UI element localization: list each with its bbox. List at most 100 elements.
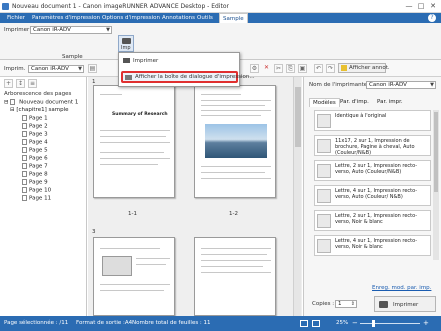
- favorite-item-5[interactable]: Lettre, 2 sur 1, Impression recto-verso,…: [314, 210, 431, 231]
- close-button[interactable]: ✕: [428, 2, 438, 11]
- favorite-item-6[interactable]: Lettre, 4 sur 1, Impression recto-verso,…: [314, 235, 431, 256]
- page-title-text: Summary of Research: [112, 112, 168, 117]
- favorite-item-3[interactable]: Lettre, 2 sur 1, Impression recto-verso,…: [314, 160, 431, 181]
- menu-print-options[interactable]: Options d'impression: [99, 13, 163, 23]
- zoom-slider[interactable]: [360, 320, 420, 327]
- collapse-icon[interactable]: ≡: [28, 79, 37, 88]
- favorite-icon: [317, 164, 331, 178]
- tree-page-7[interactable]: Page 7: [22, 163, 48, 170]
- favorite-item-1[interactable]: Identique à l'original: [314, 110, 431, 131]
- undo-icon[interactable]: ↶: [314, 64, 323, 73]
- scissors-icon[interactable]: ✂: [274, 64, 283, 73]
- tree-page-label: Page 6: [29, 155, 48, 162]
- help-icon[interactable]: ?: [428, 14, 436, 22]
- page-preview-area: 1 Summary of Research 1-1 1-2 3: [88, 77, 302, 316]
- page-icon: [22, 163, 27, 169]
- printer-icon: [123, 58, 130, 63]
- menu-item-print-dialog[interactable]: Afficher la boîte de dialogue d'impressi…: [121, 71, 255, 83]
- redo-icon[interactable]: ↷: [326, 64, 335, 73]
- tree-chapter[interactable]: ⊟ [chapitre1] sample: [10, 107, 68, 114]
- page-label-1-2: 1-2: [229, 211, 238, 217]
- add-page-icon[interactable]: +: [4, 79, 13, 88]
- status-bar: Page sélectionnée : /11 Format de sortie…: [0, 316, 441, 331]
- favorite-label: Lettre, 2 sur 1, Impression recto-verso,…: [335, 213, 418, 225]
- page-icon: [22, 147, 27, 153]
- minimize-button[interactable]: —: [404, 2, 414, 11]
- tree-page-label: Page 3: [29, 131, 48, 138]
- page-thumbnail-3[interactable]: [93, 237, 175, 316]
- maximize-button[interactable]: □: [416, 2, 426, 11]
- tree-root[interactable]: ⊟ Nouveau document 1: [4, 99, 78, 106]
- zoom-out-icon[interactable]: −: [352, 319, 358, 327]
- tree-page-6[interactable]: Page 6: [22, 155, 48, 162]
- secondary-printer-select[interactable]: Canon iR-ADV ▼: [28, 65, 84, 73]
- favorite-item-4[interactable]: Lettre, 4 sur 1, Impression recto-verso,…: [314, 185, 431, 206]
- tab-par-imp[interactable]: Par. d'imp.: [337, 98, 372, 107]
- menu-print-settings[interactable]: Paramètres d'impression: [29, 13, 103, 23]
- print-button[interactable]: Imprimer: [374, 296, 436, 312]
- status-selected: Page sélectionnée : /11: [4, 320, 69, 326]
- tree-page-2[interactable]: Page 2: [22, 123, 48, 130]
- chevron-down-icon: ▼: [430, 82, 434, 88]
- print-dropdown-button[interactable]: Imp: [118, 35, 134, 52]
- secondary-printer-value: Canon iR-ADV: [31, 66, 69, 72]
- favorite-label: 11x17, 2 sur 1, Impression de brochure, …: [335, 138, 415, 156]
- page-icon: [22, 195, 27, 201]
- delete-icon[interactable]: ✕: [262, 64, 271, 73]
- settings-icon[interactable]: ⚙: [250, 64, 259, 73]
- favorite-label: Lettre, 4 sur 1, Impression recto-verso,…: [335, 188, 418, 200]
- page-icon: [22, 123, 27, 129]
- page-thumbnail-1[interactable]: Summary of Research: [93, 85, 175, 198]
- zoom-in-icon[interactable]: +: [423, 319, 429, 327]
- tree-page-11[interactable]: Page 11: [22, 195, 51, 202]
- show-annotations-button[interactable]: Afficher annot.: [338, 63, 390, 73]
- menu-annotations[interactable]: Annotations: [159, 13, 198, 23]
- show-annotations-label: Afficher annot.: [349, 65, 390, 71]
- page-number-3: 3: [92, 229, 96, 235]
- zoom-level: 25%: [336, 320, 349, 326]
- scrollbar-thumb[interactable]: [295, 87, 301, 147]
- favorites-scrollbar[interactable]: [433, 110, 439, 260]
- tree-page-5[interactable]: Page 5: [22, 147, 48, 154]
- tree-page-1[interactable]: Page 1: [22, 115, 48, 122]
- scrollbar-thumb[interactable]: [434, 112, 438, 192]
- title-bar: Nouveau document 1 - Canon imageRUNNER A…: [0, 0, 441, 13]
- tree-root-label: Nouveau document 1: [19, 99, 79, 106]
- printer-name-select[interactable]: Canon iR-ADV ▼: [366, 81, 436, 89]
- print-dropdown-menu: Imprimer Afficher la boîte de dialogue d…: [118, 52, 255, 87]
- tree-page-label: Page 7: [29, 163, 48, 170]
- page-label-1-1: 1-1: [128, 211, 137, 217]
- page-thumbnail-2[interactable]: [194, 85, 276, 198]
- copies-input[interactable]: 1 ⇕: [335, 300, 357, 308]
- tab-par-impr[interactable]: Par. impr.: [374, 98, 406, 107]
- tree-page-3[interactable]: Page 3: [22, 131, 48, 138]
- fit-page-icon[interactable]: [312, 320, 320, 327]
- tree-page-9[interactable]: Page 9: [22, 179, 48, 186]
- pages-view-icon[interactable]: ▤: [88, 64, 97, 73]
- tree-chapter-label: [chapitre1] sample: [16, 107, 69, 113]
- move-icon[interactable]: ↕: [16, 79, 25, 88]
- ribbon-printer-value: Canon iR-ADV: [33, 27, 71, 33]
- favorite-item-2[interactable]: 11x17, 2 sur 1, Impression de brochure, …: [314, 135, 431, 156]
- ribbon-printer-select[interactable]: Canon iR-ADV ▼: [30, 26, 112, 34]
- copy-icon[interactable]: ⎘: [286, 64, 295, 73]
- fit-width-icon[interactable]: [300, 320, 308, 327]
- tree-page-10[interactable]: Page 10: [22, 187, 51, 194]
- chevron-down-icon: ▼: [78, 66, 82, 72]
- page-thumbnail-4[interactable]: [194, 237, 276, 316]
- tab-modeles[interactable]: Modèles: [309, 98, 340, 107]
- menu-outils[interactable]: Outils: [194, 13, 216, 23]
- zoom-slider-thumb[interactable]: [372, 320, 375, 327]
- menu-fichier[interactable]: Fichier: [4, 13, 28, 23]
- favorite-icon: [317, 239, 331, 253]
- tree-page-4[interactable]: Page 4: [22, 139, 48, 146]
- print-button-label: Imprimer: [393, 302, 419, 308]
- page-icon: [22, 115, 27, 121]
- vertical-scrollbar[interactable]: [293, 77, 301, 316]
- chart-image: [102, 256, 132, 276]
- tree-page-8[interactable]: Page 8: [22, 171, 48, 178]
- save-template-link[interactable]: Enreg. mod. par. imp.: [372, 285, 431, 291]
- paste-icon[interactable]: ▣: [298, 64, 307, 73]
- menu-item-print[interactable]: Imprimer: [121, 56, 237, 66]
- menu-sample[interactable]: Sample: [219, 13, 248, 23]
